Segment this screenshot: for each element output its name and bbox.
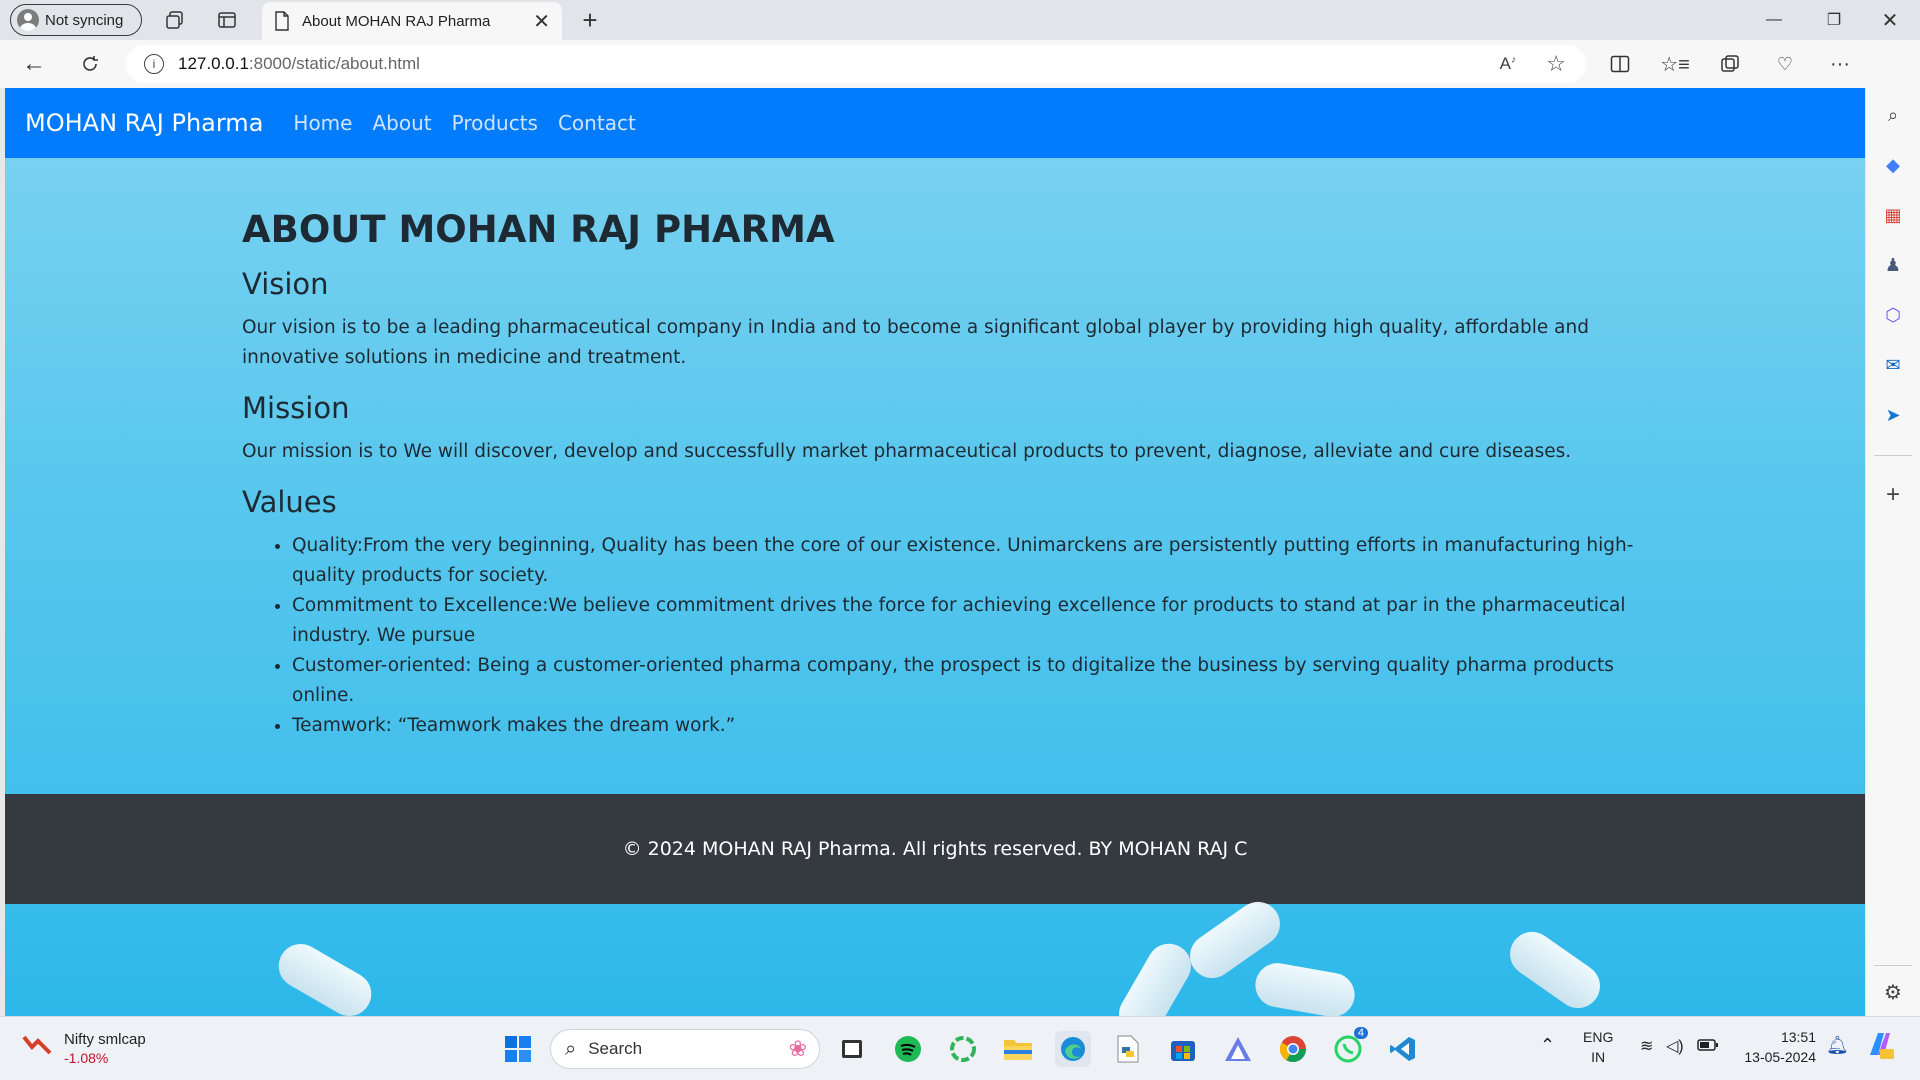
value-item-quality: Quality:From the very beginning, Quality… (292, 531, 1642, 591)
tab-actions-icon[interactable] (214, 8, 240, 32)
language-code: ENG (1583, 1029, 1614, 1045)
browser-tab-bar: Not syncing About MOHAN RAJ Pharma ✕ + —… (0, 0, 1920, 40)
nav-home[interactable]: Home (293, 111, 352, 135)
sidebar-shopping-icon[interactable]: ◆ (1878, 150, 1908, 180)
values-heading: Values (242, 485, 337, 519)
spotify-icon[interactable] (890, 1031, 926, 1067)
site-footer: © 2024 MOHAN RAJ Pharma. All rights rese… (5, 794, 1865, 904)
browser-essentials-icon[interactable]: ♡ (1771, 50, 1799, 78)
read-aloud-icon[interactable]: A♪ (1500, 54, 1516, 74)
dev-app-icon[interactable] (1220, 1031, 1256, 1067)
mission-text: Our mission is to We will discover, deve… (242, 441, 1572, 462)
restore-icon[interactable]: ❐ (1806, 0, 1862, 40)
vision-text: Our vision is to be a leading pharmaceut… (242, 317, 1589, 368)
vscode-icon[interactable] (1385, 1031, 1421, 1067)
profile-label: Not syncing (45, 11, 124, 29)
split-screen-icon[interactable] (1606, 50, 1634, 78)
windows-taskbar: Nifty smlcap -1.08% ⌕ Search ❀ 4 ⌃ ENG I… (0, 1016, 1920, 1080)
notification-bell-icon[interactable]: 🔔︎ (1826, 1035, 1849, 1055)
new-tab-icon[interactable]: + (576, 5, 604, 35)
avatar-icon (17, 9, 39, 31)
workspaces-icon[interactable] (162, 8, 188, 32)
page-icon (275, 11, 289, 31)
taskbar-search[interactable]: ⌕ Search ❀ (550, 1029, 820, 1069)
values-list: Quality:From the very beginning, Quality… (292, 531, 1642, 741)
nav-contact[interactable]: Contact (558, 111, 636, 135)
region-code: IN (1591, 1049, 1606, 1065)
settings-more-icon[interactable]: ··· (1826, 50, 1854, 78)
chrome-icon[interactable] (1275, 1031, 1311, 1067)
sidebar-office-icon[interactable]: ⬡ (1878, 300, 1908, 330)
sidebar-games-icon[interactable]: ♟ (1878, 250, 1908, 280)
value-item-customer: Customer-oriented: Being a customer-orie… (292, 651, 1642, 711)
nav-products[interactable]: Products (452, 111, 538, 135)
active-tab[interactable]: About MOHAN RAJ Pharma ✕ (262, 2, 562, 40)
minimize-icon[interactable]: — (1746, 0, 1802, 40)
task-view-icon[interactable] (834, 1031, 870, 1067)
site-navbar: MOHAN RAJ Pharma Home About Products Con… (5, 88, 1865, 158)
profile-button[interactable]: Not syncing (10, 4, 142, 36)
sidebar-add-icon[interactable]: + (1878, 480, 1908, 510)
pill-decoration (1110, 935, 1200, 1016)
sidebar-divider (1874, 455, 1912, 456)
search-icon: ⌕ (565, 1037, 577, 1060)
whatsapp-icon[interactable]: 4 (1330, 1027, 1368, 1067)
tab-title: About MOHAN RAJ Pharma (302, 12, 491, 30)
favorites-icon[interactable]: ☆≡ (1660, 50, 1690, 78)
copilot-taskbar-icon[interactable] (1864, 1029, 1896, 1066)
page-viewport: MOHAN RAJ Pharma Home About Products Con… (5, 88, 1865, 1016)
sidebar-divider-bottom (1874, 965, 1912, 966)
value-item-teamwork: Teamwork: “Teamwork makes the dream work… (292, 711, 1642, 741)
widget-value: -1.08% (64, 1050, 109, 1066)
clock-time: 13:51 (1780, 1029, 1816, 1045)
vision-heading: Vision (242, 267, 329, 301)
refresh-icon[interactable] (76, 50, 104, 78)
stock-down-icon (22, 1035, 52, 1055)
sidebar-send-icon[interactable]: ➤ (1878, 400, 1908, 430)
sidebar-search-icon[interactable]: ⌕ (1878, 100, 1908, 130)
footer-text: © 2024 MOHAN RAJ Pharma. All rights rese… (622, 838, 1248, 860)
url-path: :8000/static/about.html (248, 54, 420, 73)
page-title: ABOUT MOHAN RAJ PHARMA (242, 208, 835, 251)
widget-title: Nifty smlcap (64, 1031, 146, 1048)
clock-date: 13-05-2024 (1744, 1049, 1816, 1065)
mission-heading: Mission (242, 391, 350, 425)
whatsapp-badge: 4 (1353, 1027, 1368, 1039)
python-file-icon[interactable] (1110, 1031, 1146, 1067)
collections-icon[interactable] (1716, 50, 1744, 78)
url-host: 127.0.0.1 (178, 54, 249, 73)
battery-icon[interactable] (1697, 1037, 1719, 1057)
nav-about[interactable]: About (372, 111, 431, 135)
about-content: ABOUT MOHAN RAJ PHARMA Vision Our vision… (242, 208, 1642, 741)
sync-app-icon[interactable] (945, 1031, 981, 1067)
file-explorer-icon[interactable] (1000, 1031, 1036, 1067)
close-tab-icon[interactable]: ✕ (533, 9, 550, 34)
site-brand[interactable]: MOHAN RAJ Pharma (25, 109, 263, 137)
close-window-icon[interactable]: ✕ (1862, 0, 1918, 40)
pill-decoration (270, 935, 380, 1016)
sidebar-settings-icon[interactable]: ⚙ (1878, 977, 1908, 1007)
value-item-commitment: Commitment to Excellence:We believe comm… (292, 591, 1642, 651)
language-indicator[interactable]: ENG IN (1583, 1027, 1613, 1067)
address-bar[interactable]: i 127.0.0.1:8000/static/about.html A♪ ☆ (126, 45, 1586, 83)
sidebar-outlook-icon[interactable]: ✉ (1878, 350, 1908, 380)
edge-sidebar: ⌕ ◆ ▦ ♟ ⬡ ✉ ➤ + ⚙ (1866, 40, 1920, 1016)
start-icon[interactable] (500, 1031, 536, 1067)
store-icon[interactable] (1165, 1031, 1201, 1067)
favorite-star-icon[interactable]: ☆ (1546, 51, 1566, 77)
address-toolbar: ← i 127.0.0.1:8000/static/about.html A♪ … (0, 40, 1920, 88)
clock[interactable]: 13:51 13-05-2024 (1738, 1027, 1816, 1067)
pill-decoration (1251, 959, 1359, 1016)
volume-icon[interactable]: ◁) (1666, 1037, 1684, 1057)
pill-decoration (1501, 923, 1609, 1016)
search-label: Search (588, 1039, 643, 1058)
back-icon[interactable]: ← (20, 50, 48, 78)
site-info-icon[interactable]: i (144, 54, 164, 74)
search-highlight-icon: ❀ (788, 1036, 807, 1061)
show-hidden-icons[interactable]: ⌃ (1540, 1035, 1555, 1055)
market-widget[interactable]: Nifty smlcap -1.08% (22, 1031, 146, 1067)
edge-browser-icon[interactable] (1055, 1031, 1091, 1067)
sidebar-tools-icon[interactable]: ▦ (1878, 200, 1908, 230)
wifi-icon[interactable]: ≋ (1640, 1037, 1653, 1057)
